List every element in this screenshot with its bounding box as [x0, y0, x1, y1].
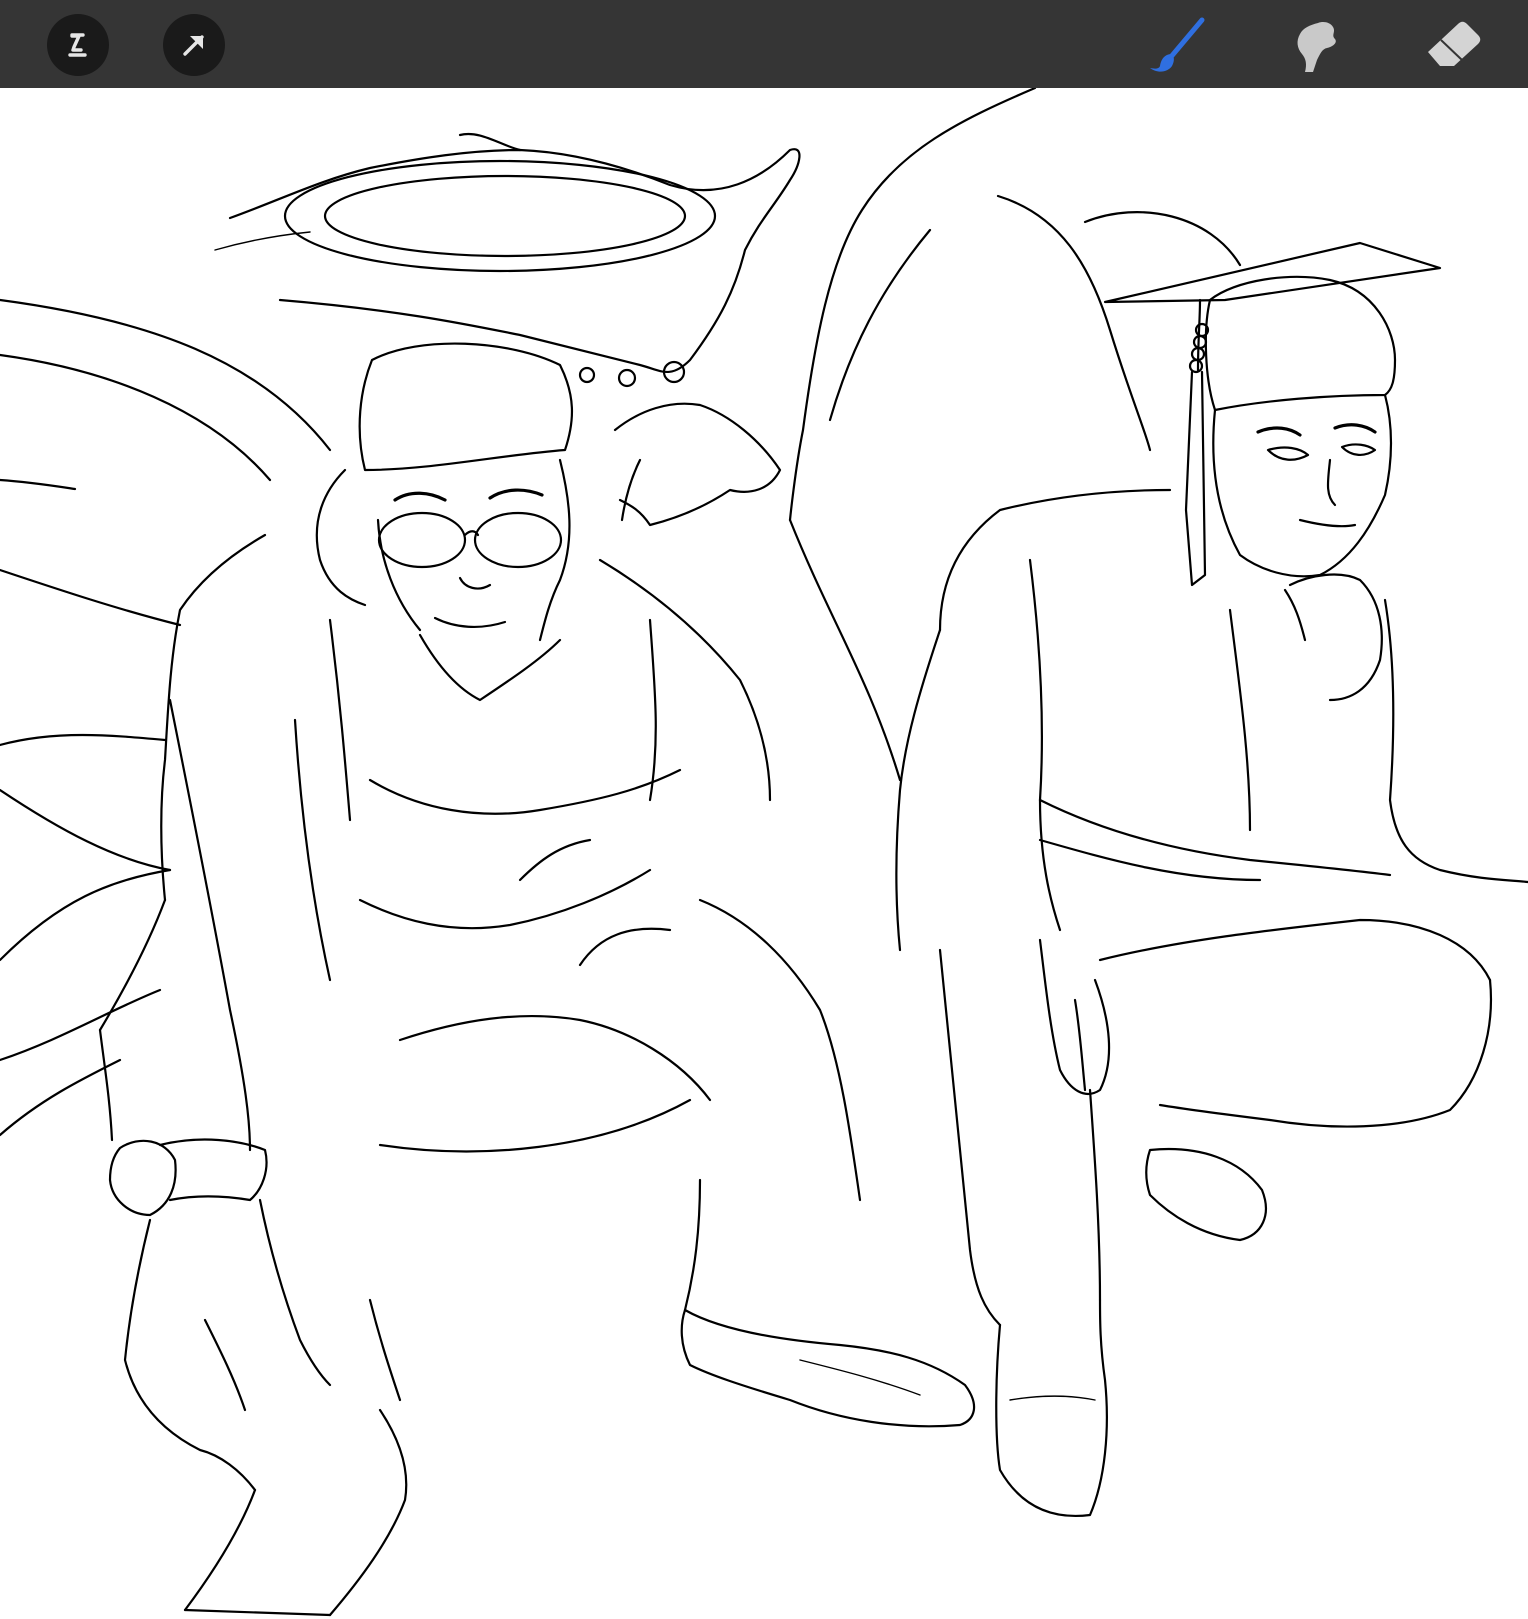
eraser-icon — [1428, 21, 1481, 66]
right-figure-graduate — [895, 241, 1528, 1517]
brush-icon — [1150, 17, 1205, 72]
wings — [0, 298, 332, 1137]
background-rock — [378, 88, 1242, 1153]
brush-tool-button[interactable] — [1146, 14, 1206, 74]
line-art-drawing — [0, 88, 1528, 1617]
drawing-canvas[interactable] — [0, 88, 1528, 1619]
top-toolbar — [0, 0, 1528, 88]
eraser-tool-button[interactable] — [1424, 14, 1484, 74]
smudge-tool-button[interactable] — [1285, 14, 1345, 74]
selection-icon — [68, 33, 87, 57]
transform-arrow-icon — [183, 35, 204, 56]
transform-tool-button[interactable] — [163, 14, 225, 76]
smudge-icon — [1297, 22, 1336, 72]
selection-tool-button[interactable] — [47, 14, 109, 76]
left-figure-angel — [98, 342, 976, 1617]
